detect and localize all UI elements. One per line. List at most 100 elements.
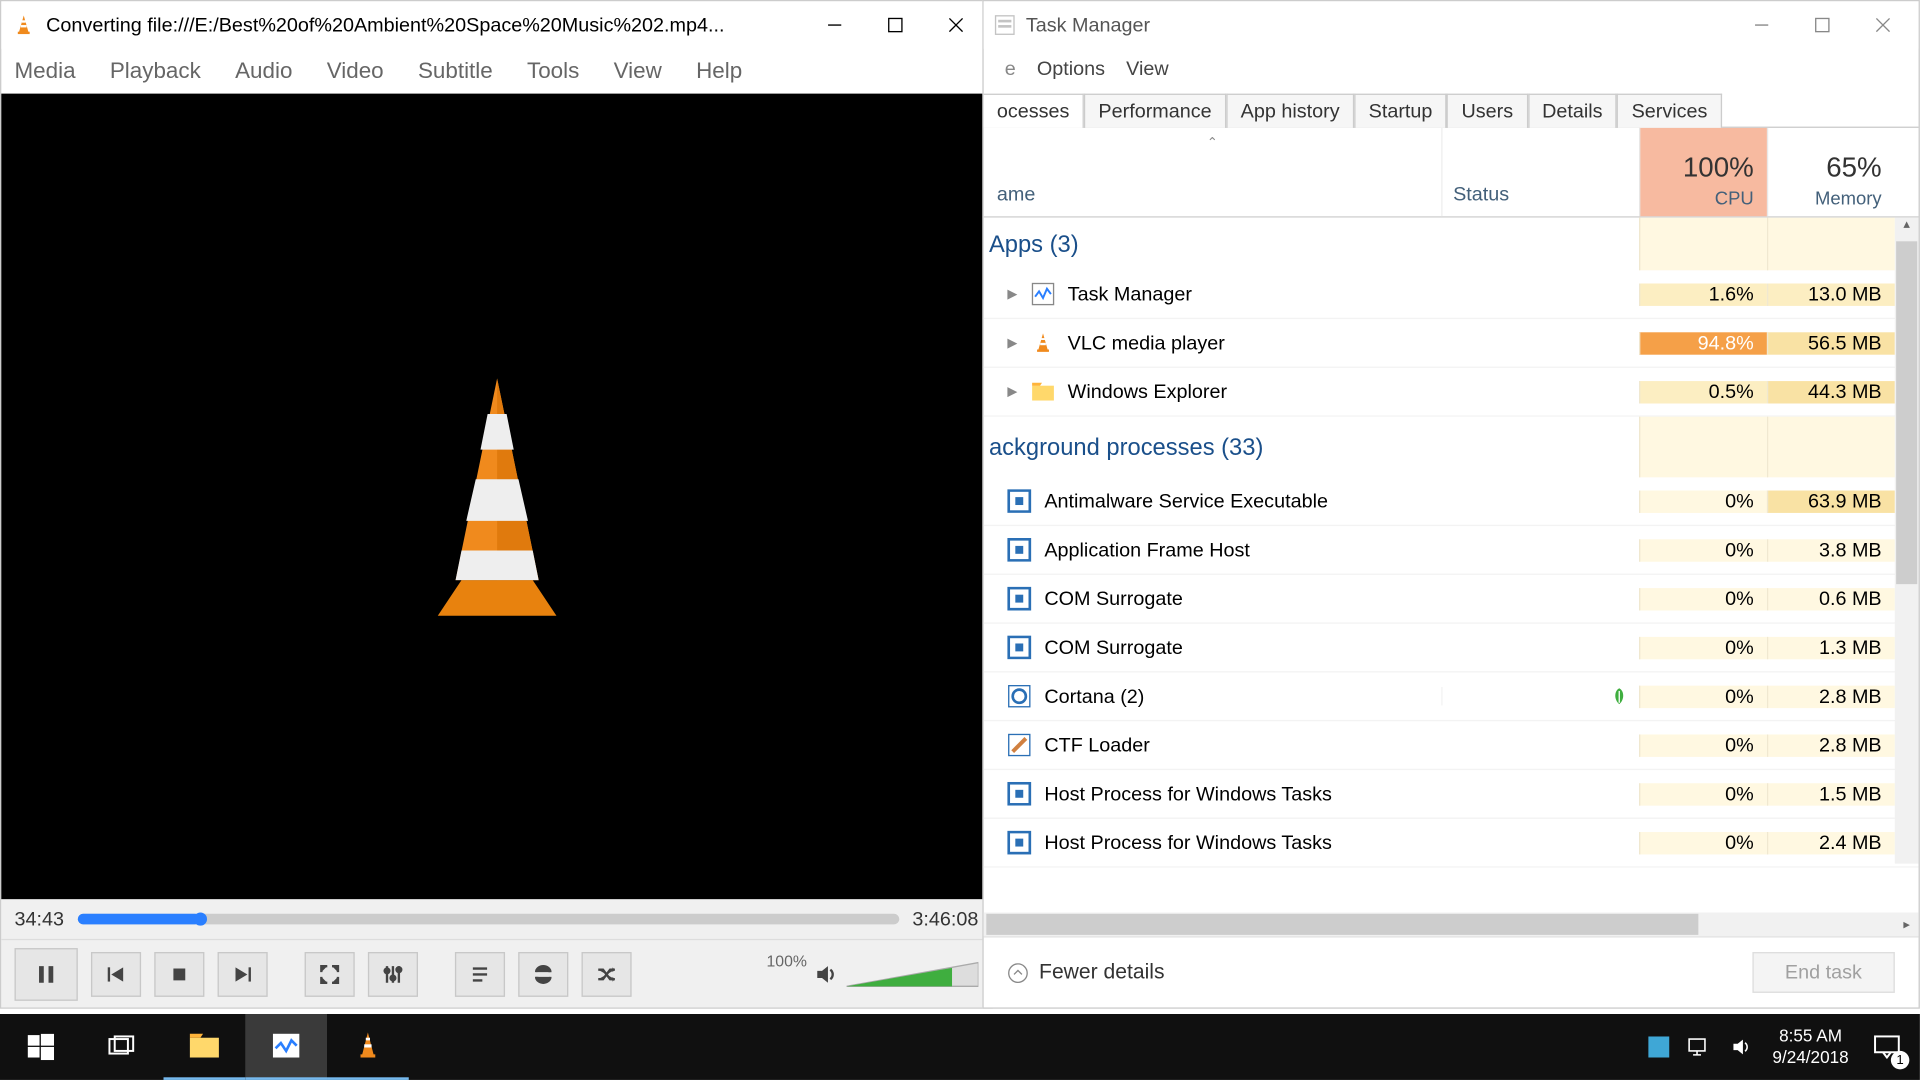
menu-view[interactable]: View	[1126, 57, 1169, 79]
tm-minimize-button[interactable]	[1731, 5, 1792, 45]
process-name: Host Process for Windows Tasks	[1044, 783, 1332, 805]
previous-button[interactable]	[91, 951, 141, 996]
process-row[interactable]: COM Surrogate 0% 0.6 MB	[984, 575, 1919, 624]
process-name: Cortana (2)	[1044, 685, 1144, 707]
process-row[interactable]: ▶VLC media player 94.8% 56.5 MB 1.	[984, 319, 1919, 368]
elapsed-time[interactable]: 34:43	[15, 908, 65, 930]
tab-startup[interactable]: Startup	[1354, 94, 1447, 128]
process-name: COM Surrogate	[1044, 587, 1183, 609]
chevron-up-circle-icon	[1007, 962, 1028, 983]
col-memory[interactable]: 65%Memory	[1767, 128, 1895, 216]
col-status[interactable]: Status	[1441, 128, 1639, 216]
process-row[interactable]: Cortana (2) 0% 2.8 MB	[984, 672, 1919, 721]
fewer-details-button[interactable]: Fewer details	[1007, 961, 1164, 985]
memory-cell: 1.5 MB	[1767, 783, 1895, 805]
menu-tools[interactable]: Tools	[527, 58, 579, 84]
start-button[interactable]	[0, 1014, 82, 1080]
process-name: Antimalware Service Executable	[1044, 490, 1328, 512]
tm-title: Task Manager	[1026, 14, 1731, 36]
menu-playback[interactable]: Playback	[110, 58, 201, 84]
fewer-details-label: Fewer details	[1039, 961, 1164, 985]
maximize-button[interactable]	[865, 5, 926, 45]
vlc-cone-logo	[378, 365, 615, 629]
col-name-label: ame	[997, 183, 1035, 205]
next-button[interactable]	[218, 951, 268, 996]
volume-label: 100%	[766, 951, 806, 969]
speaker-icon[interactable]	[815, 962, 839, 986]
vlc-titlebar[interactable]: Converting file:///E:/Best%20of%20Ambien…	[1, 1, 991, 48]
volume-slider[interactable]	[847, 959, 979, 988]
action-center-button[interactable]: 1	[1867, 1027, 1907, 1067]
tab-details[interactable]: Details	[1528, 94, 1617, 128]
menu-video[interactable]: Video	[327, 58, 384, 84]
vertical-scrollbar[interactable]: ▴	[1895, 218, 1919, 864]
tm-close-button[interactable]	[1853, 5, 1914, 45]
seek-bar[interactable]	[77, 914, 899, 925]
taskbar-vlc[interactable]	[327, 1014, 409, 1080]
process-row[interactable]: CTF Loader 0% 2.8 MB	[984, 721, 1919, 770]
cpu-cell: 0%	[1639, 539, 1767, 561]
memory-label: Memory	[1815, 187, 1882, 208]
menu-options[interactable]: Options	[1037, 57, 1105, 79]
menu-subtitle[interactable]: Subtitle	[418, 58, 493, 84]
process-row[interactable]: Application Frame Host 0% 3.8 MB	[984, 526, 1919, 575]
pause-button[interactable]	[15, 947, 78, 1000]
process-row[interactable]: Antimalware Service Executable 0% 63.9 M…	[984, 477, 1919, 526]
cpu-cell: 0%	[1639, 734, 1767, 756]
taskbar: 8:55 AM 9/24/2018 1	[0, 1014, 1920, 1080]
vlc-video-area[interactable]	[1, 94, 991, 900]
extended-settings-button[interactable]	[368, 951, 418, 996]
process-row[interactable]: COM Surrogate 0% 1.3 MB	[984, 624, 1919, 673]
process-row[interactable]: Host Process for Windows Tasks 0% 2.4 MB	[984, 819, 1919, 868]
horizontal-scrollbar[interactable]: ▸	[984, 912, 1919, 936]
total-time[interactable]: 3:46:08	[912, 908, 978, 930]
minimize-button[interactable]	[804, 5, 865, 45]
cpu-cell: 0%	[1639, 636, 1767, 658]
menu-view[interactable]: View	[614, 58, 662, 84]
col-name[interactable]: ⌃ame	[984, 128, 1442, 216]
tab-processes[interactable]: ocesses	[984, 94, 1084, 128]
vlc-cone-icon	[12, 13, 36, 37]
group-apps[interactable]: Apps (3)	[984, 218, 1919, 271]
tab-performance[interactable]: Performance	[1084, 94, 1226, 128]
tm-titlebar[interactable]: Task Manager	[984, 1, 1919, 48]
tab-services[interactable]: Services	[1617, 94, 1722, 128]
cpu-percent: 100%	[1683, 153, 1754, 185]
process-row[interactable]: ▶Windows Explorer 0.5% 44.3 MB 0.	[984, 368, 1919, 417]
loop-button[interactable]	[518, 951, 568, 996]
process-name: Windows Explorer	[1068, 380, 1227, 402]
tray-app-icon[interactable]	[1648, 1036, 1669, 1057]
playlist-button[interactable]	[455, 951, 505, 996]
clock[interactable]: 8:55 AM 9/24/2018	[1772, 1026, 1848, 1068]
tab-app-history[interactable]: App history	[1226, 94, 1354, 128]
tab-users[interactable]: Users	[1447, 94, 1528, 128]
close-button[interactable]	[926, 5, 987, 45]
vlc-window: Converting file:///E:/Best%20of%20Ambien…	[0, 0, 993, 1009]
menu-file-partial[interactable]: e	[1005, 57, 1016, 79]
memory-cell: 1.3 MB	[1767, 636, 1895, 658]
fullscreen-button[interactable]	[305, 951, 355, 996]
memory-cell: 2.8 MB	[1767, 734, 1895, 756]
tm-tabs: ocesses Performance App history Startup …	[984, 88, 1919, 128]
end-task-button[interactable]: End task	[1752, 952, 1895, 993]
tm-maximize-button[interactable]	[1792, 5, 1853, 45]
process-row[interactable]: Host Process for Windows Tasks 0% 1.5 MB	[984, 770, 1919, 819]
shuffle-button[interactable]	[582, 951, 632, 996]
taskbar-file-explorer[interactable]	[164, 1014, 246, 1080]
cpu-cell: 0%	[1639, 783, 1767, 805]
group-background[interactable]: ackground processes (33)	[984, 417, 1919, 478]
cpu-cell: 0%	[1639, 490, 1767, 512]
col-cpu[interactable]: 100%CPU	[1639, 128, 1767, 216]
network-icon[interactable]	[1688, 1036, 1712, 1057]
cpu-cell: 94.8%	[1639, 332, 1767, 354]
menu-help[interactable]: Help	[696, 58, 742, 84]
tm-menubar: e Options View	[984, 49, 1919, 89]
menu-media[interactable]: Media	[15, 58, 76, 84]
taskbar-task-manager[interactable]	[245, 1014, 327, 1080]
process-row[interactable]: ▶Task Manager 1.6% 13.0 MB	[984, 270, 1919, 319]
stop-button[interactable]	[154, 951, 204, 996]
volume-icon[interactable]	[1730, 1036, 1754, 1057]
task-view-button[interactable]	[82, 1014, 164, 1080]
vlc-menubar: Media Playback Audio Video Subtitle Tool…	[1, 49, 991, 94]
menu-audio[interactable]: Audio	[235, 58, 292, 84]
